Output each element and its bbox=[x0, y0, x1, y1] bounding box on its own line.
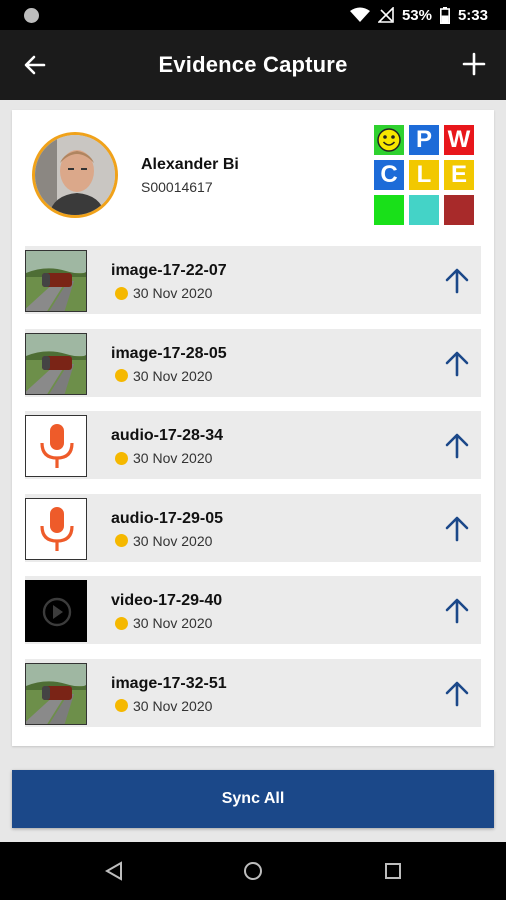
battery-percent: 53% bbox=[401, 6, 432, 24]
item-date: 30 Nov 2020 bbox=[133, 367, 213, 384]
student-profile: Alexander Bi S00014617 P W C L E bbox=[12, 110, 494, 234]
nav-home-icon[interactable] bbox=[242, 860, 264, 882]
clock: 5:33 bbox=[457, 6, 488, 24]
grid-cell-p[interactable]: P bbox=[409, 125, 439, 155]
nav-back-icon[interactable] bbox=[103, 860, 125, 882]
wifi-icon bbox=[349, 7, 370, 22]
image-thumbnail bbox=[25, 332, 87, 395]
grid-cell-e[interactable]: E bbox=[444, 160, 474, 190]
smiley-icon bbox=[377, 128, 401, 152]
category-grid: P W C L E bbox=[374, 125, 474, 225]
page-title: Evidence Capture bbox=[158, 52, 348, 77]
grid-cell-smiley[interactable] bbox=[374, 125, 404, 155]
app-bar: Evidence Capture bbox=[0, 30, 506, 100]
upload-arrow-icon[interactable] bbox=[443, 514, 471, 542]
item-date-row: 30 Nov 2020 bbox=[115, 450, 212, 466]
microphone-icon bbox=[26, 498, 86, 559]
item-name: audio-17-29-05 bbox=[111, 509, 224, 527]
list-item[interactable]: image-17-28-05 30 Nov 2020 bbox=[25, 328, 481, 397]
item-date-row: 30 Nov 2020 bbox=[115, 615, 212, 631]
upload-arrow-icon[interactable] bbox=[443, 266, 471, 294]
evidence-list: image-17-22-07 30 Nov 2020 image-17-28-0… bbox=[25, 246, 481, 742]
item-date-row: 30 Nov 2020 bbox=[115, 698, 212, 714]
pending-status-icon bbox=[115, 286, 128, 300]
grid-cell-c[interactable]: C bbox=[374, 160, 404, 190]
item-name: image-17-22-07 bbox=[111, 262, 227, 279]
item-date: 30 Nov 2020 bbox=[133, 450, 213, 467]
upload-arrow-icon[interactable] bbox=[443, 349, 471, 377]
pending-status-icon bbox=[115, 534, 128, 548]
add-icon[interactable] bbox=[462, 52, 486, 76]
item-date: 30 Nov 2020 bbox=[133, 697, 213, 714]
system-nav-bar bbox=[0, 842, 506, 900]
image-thumbnail bbox=[25, 662, 87, 725]
evidence-card: Alexander Bi S00014617 P W C L E image-1… bbox=[12, 110, 494, 746]
student-name: Alexander Bi bbox=[141, 156, 239, 173]
pending-status-icon bbox=[115, 699, 128, 713]
item-date: 30 Nov 2020 bbox=[133, 285, 213, 301]
person-photo-icon bbox=[35, 135, 115, 215]
notification-icon bbox=[24, 8, 39, 23]
student-id: S00014617 bbox=[141, 179, 213, 195]
sync-all-button[interactable]: Sync All bbox=[12, 770, 494, 828]
nav-recents-icon[interactable] bbox=[382, 860, 404, 882]
grid-cell-l[interactable]: L bbox=[409, 160, 439, 190]
list-item[interactable]: audio-17-28-34 30 Nov 2020 bbox=[25, 411, 481, 480]
item-name: video-17-29-40 bbox=[111, 592, 223, 610]
grid-cell-red[interactable] bbox=[444, 195, 474, 225]
list-item[interactable]: image-17-22-07 30 Nov 2020 bbox=[25, 246, 481, 314]
play-icon bbox=[26, 581, 86, 642]
pending-status-icon bbox=[115, 616, 128, 630]
item-date: 30 Nov 2020 bbox=[133, 615, 213, 632]
pending-status-icon bbox=[115, 451, 128, 465]
audio-thumbnail bbox=[25, 497, 87, 560]
list-item[interactable]: image-17-32-51 30 Nov 2020 bbox=[25, 658, 481, 727]
upload-arrow-icon[interactable] bbox=[443, 596, 471, 624]
status-indicators: 53% 5:33 bbox=[349, 5, 488, 25]
list-item[interactable]: video-17-29-40 30 Nov 2020 bbox=[25, 576, 481, 645]
item-date-row: 30 Nov 2020 bbox=[115, 368, 212, 384]
no-signal-icon bbox=[377, 7, 394, 23]
grid-cell-green[interactable] bbox=[374, 195, 404, 225]
upload-arrow-icon[interactable] bbox=[443, 431, 471, 459]
item-name: image-17-28-05 bbox=[111, 344, 227, 362]
grid-cell-w[interactable]: W bbox=[444, 125, 474, 155]
status-bar: 53% 5:33 bbox=[0, 0, 506, 30]
item-date: 30 Nov 2020 bbox=[133, 532, 213, 549]
upload-arrow-icon[interactable] bbox=[443, 679, 471, 707]
item-name: image-17-32-51 bbox=[111, 674, 227, 692]
avatar bbox=[32, 132, 118, 218]
image-thumbnail bbox=[25, 250, 87, 312]
item-date-row: 30 Nov 2020 bbox=[115, 285, 212, 301]
microphone-icon bbox=[26, 416, 86, 477]
pending-status-icon bbox=[115, 369, 128, 383]
audio-thumbnail bbox=[25, 415, 87, 478]
item-name: audio-17-28-34 bbox=[111, 427, 224, 445]
item-date-row: 30 Nov 2020 bbox=[115, 533, 212, 549]
video-thumbnail bbox=[25, 580, 87, 643]
grid-cell-teal[interactable] bbox=[409, 195, 439, 225]
battery-icon bbox=[439, 6, 450, 24]
list-item[interactable]: audio-17-29-05 30 Nov 2020 bbox=[25, 493, 481, 562]
